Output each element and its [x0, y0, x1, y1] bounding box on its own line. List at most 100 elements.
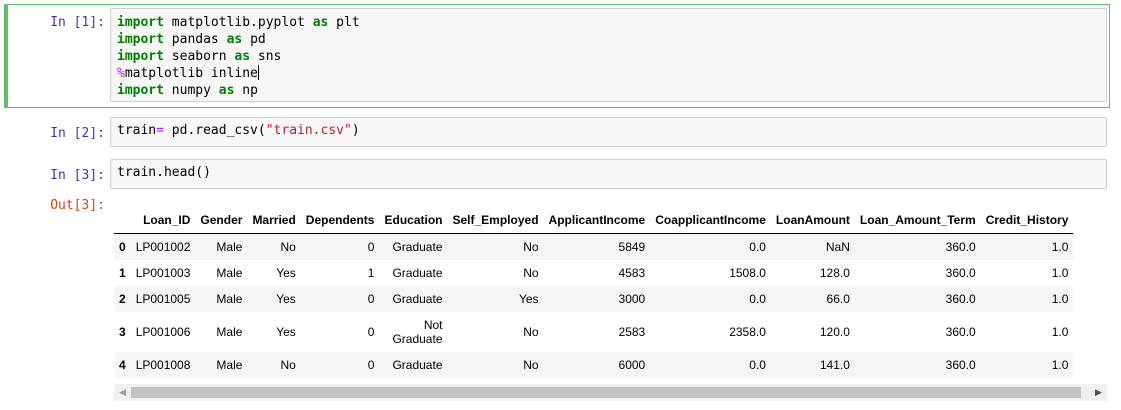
code-line[interactable]: train= pd.read_csv("train.csv")	[117, 122, 1100, 139]
table-cell: 360.0	[945, 239, 976, 254]
table-cell: No	[523, 357, 539, 372]
output-prompt: Out[3]:	[50, 198, 105, 213]
dataframe-table: Loan_ID Gender Married Dependents Education S…	[114, 207, 1074, 378]
table-cell: 0.0	[749, 239, 766, 254]
table-cell: LP001002	[135, 239, 191, 254]
row-index: 4	[119, 357, 126, 372]
input-prompt: In [2]:	[50, 126, 105, 141]
code-token: sns	[250, 49, 282, 64]
table-cell: LP001003	[135, 265, 191, 280]
code-editor[interactable]: train= pd.read_csv("train.csv")	[110, 117, 1107, 147]
table-cell: 5849	[618, 239, 646, 254]
table-cell: 0	[367, 357, 375, 372]
table-cell: 0	[367, 324, 375, 339]
column-header: Loan_Amount_Term	[854, 207, 981, 234]
column-header: ApplicantIncome	[543, 207, 651, 234]
scroll-right-arrow-icon[interactable]: ▶	[1090, 384, 1107, 401]
table-cell: 1.0	[1051, 239, 1069, 254]
code-line[interactable]: import seaborn as sns	[117, 48, 1100, 65]
code-line[interactable]: import matplotlib.pyplot as plt	[117, 14, 1100, 31]
dataframe-output: Loan_ID Gender Married Dependents Education S…	[110, 203, 1110, 379]
table-cell: 360.0	[945, 265, 976, 280]
column-header: Loan_ID	[130, 207, 196, 234]
code-line[interactable]: train.head()	[117, 164, 1100, 181]
code-line[interactable]: import pandas as pd	[117, 31, 1100, 48]
code-token: pandas	[163, 32, 227, 47]
code-line[interactable]: %matplotlib inline	[117, 65, 1100, 82]
table-cell: 360.0	[945, 291, 976, 306]
code-token: %	[117, 66, 125, 81]
column-header: LoanAmount	[770, 207, 855, 234]
table-cell: 2358.0	[729, 324, 766, 339]
table-cell: 128.0	[819, 265, 850, 280]
code-token: np	[234, 83, 258, 98]
table-cell: Male	[216, 265, 243, 280]
table-cell: 0	[367, 291, 375, 306]
code-cell-3[interactable]: In [3]: train.head()	[0, 159, 1121, 193]
column-header: Gender	[195, 207, 248, 234]
column-header: CoapplicantIncome	[650, 207, 771, 234]
table-cell: No	[280, 357, 296, 372]
table-cell: 120.0	[819, 324, 850, 339]
table-cell: 141.0	[819, 357, 850, 372]
code-editor[interactable]: import matplotlib.pyplot as plt import pa…	[110, 8, 1107, 102]
code-token: as	[234, 49, 251, 64]
table-cell: 2583	[618, 324, 646, 339]
code-cell-2[interactable]: In [2]: train= pd.read_csv("train.csv")	[0, 117, 1121, 151]
code-token: matplotlib.pyplot	[163, 15, 313, 30]
code-token: import	[117, 83, 164, 98]
table-row: 0 LP001002 Male No 0 Graduate No 5849 0.0 NaN 360.…	[114, 233, 1074, 260]
table-row: 3 LP001006 Male Yes 0 Not Graduate No 2583 2358.…	[114, 312, 1073, 352]
table-cell: 1.0	[1051, 324, 1069, 339]
code-token: "train.csv"	[265, 123, 352, 138]
table-cell: Male	[216, 239, 243, 254]
table-cell: Graduate	[392, 265, 443, 280]
table-cell: No	[523, 324, 539, 339]
table-cell: 360.0	[945, 357, 976, 372]
table-cell: 1.0	[1051, 357, 1069, 372]
table-cell: 360.0	[945, 324, 976, 339]
code-cell-1[interactable]: In [1]: import matplotlib.pyplot as plt i…	[0, 0, 1121, 112]
code-line[interactable]: import numpy as np	[117, 82, 1100, 99]
table-row: 2 LP001005 Male Yes 0 Graduate Yes 3000 0.0 66.0 3…	[114, 285, 1074, 312]
column-header: Self_Employed	[447, 207, 544, 234]
code-token: import	[117, 49, 164, 64]
column-header: Married	[247, 207, 301, 234]
scrollbar-thumb[interactable]	[131, 387, 1081, 398]
row-index: 1	[119, 265, 126, 280]
table-cell: 1.0	[1051, 291, 1069, 306]
table-cell: Yes	[276, 291, 296, 306]
table-cell: NaN	[825, 239, 850, 254]
code-token: matplotlib inline	[124, 66, 258, 81]
table-cell: 0.0	[749, 291, 766, 306]
table-cell: 0	[367, 239, 375, 254]
column-header: Education	[379, 207, 448, 234]
table-cell: Male	[216, 357, 243, 372]
table-cell: 3000	[618, 291, 646, 306]
table-cell: 1	[367, 265, 375, 280]
table-cell: LP001006	[135, 324, 191, 339]
column-header: Credit_History	[980, 207, 1074, 234]
table-cell: 1.0	[1051, 265, 1069, 280]
table-cell: Yes	[276, 324, 296, 339]
table-cell: LP001008	[135, 357, 191, 372]
code-token: import	[117, 32, 164, 47]
code-token: import	[117, 15, 164, 30]
table-header-row: Loan_ID Gender Married Dependents Education S…	[114, 207, 1074, 234]
horizontal-scrollbar[interactable]: ◀ ▶	[114, 384, 1107, 401]
code-token: as	[312, 15, 329, 30]
code-token: seaborn	[163, 49, 235, 64]
table-cell: Graduate	[392, 357, 443, 372]
table-cell: 0.0	[749, 357, 766, 372]
table-cell: No	[280, 239, 296, 254]
table-cell: 1508.0	[729, 265, 766, 280]
text-cursor	[257, 65, 259, 80]
table-cell: Not Graduate	[392, 317, 443, 346]
row-index: 2	[119, 291, 126, 306]
code-token: train.head()	[117, 165, 211, 180]
code-token: pd.read_csv(	[163, 123, 266, 138]
table-cell: Yes	[276, 265, 296, 280]
code-editor[interactable]: train.head()	[110, 159, 1107, 189]
code-token: as	[218, 83, 235, 98]
scroll-left-arrow-icon[interactable]: ◀	[114, 384, 131, 401]
